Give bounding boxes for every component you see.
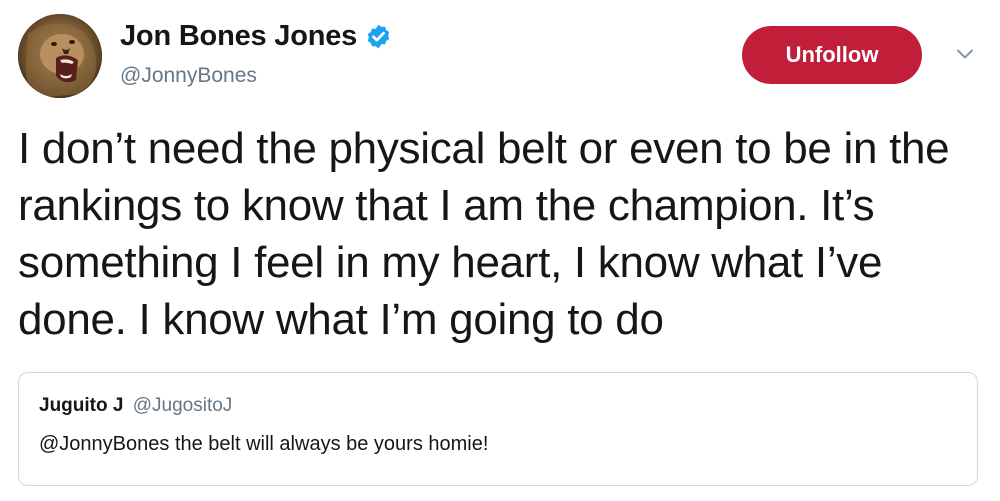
quoted-tweet-author-name: Juguito J xyxy=(39,395,124,416)
author-avatar[interactable] xyxy=(18,14,102,98)
quoted-tweet[interactable]: Juguito J @JugositoJ @JonnyBones the bel… xyxy=(18,372,978,486)
lion-avatar-icon xyxy=(18,14,102,98)
author-name-row: Jon Bones Jones xyxy=(120,18,392,54)
author-display-name[interactable]: Jon Bones Jones xyxy=(120,20,357,53)
chevron-down-icon[interactable] xyxy=(953,42,977,66)
tweet-text: I don’t need the physical belt or even t… xyxy=(18,124,950,344)
verified-badge-icon xyxy=(367,24,390,48)
quoted-tweet-text: @JonnyBones the belt will always be your… xyxy=(39,433,489,455)
quoted-tweet-author-handle: @JugositoJ xyxy=(132,395,233,416)
tweet-card: Jon Bones Jones @JonnyBones Unfollow I d… xyxy=(0,0,1000,501)
unfollow-button[interactable]: Unfollow xyxy=(742,26,922,84)
quoted-tweet-header: Juguito J @JugositoJ xyxy=(39,395,232,417)
author-handle[interactable]: @JonnyBones xyxy=(120,64,257,88)
